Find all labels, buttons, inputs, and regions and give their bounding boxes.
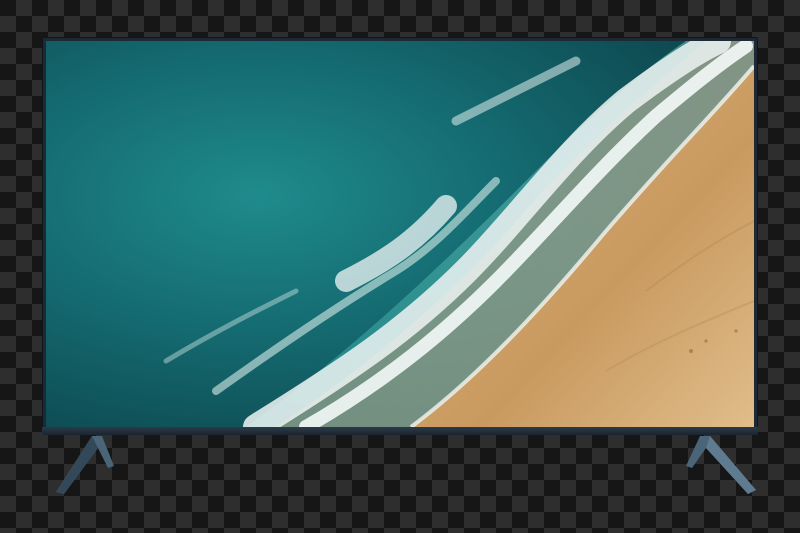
tv-screen [46,41,754,427]
beach-aerial-image [46,41,754,427]
tv-bottom-bar [42,427,758,435]
television [42,37,758,437]
tv-bezel [42,37,758,431]
tv-stand-right [686,436,756,494]
tv-stand-left [56,436,114,494]
